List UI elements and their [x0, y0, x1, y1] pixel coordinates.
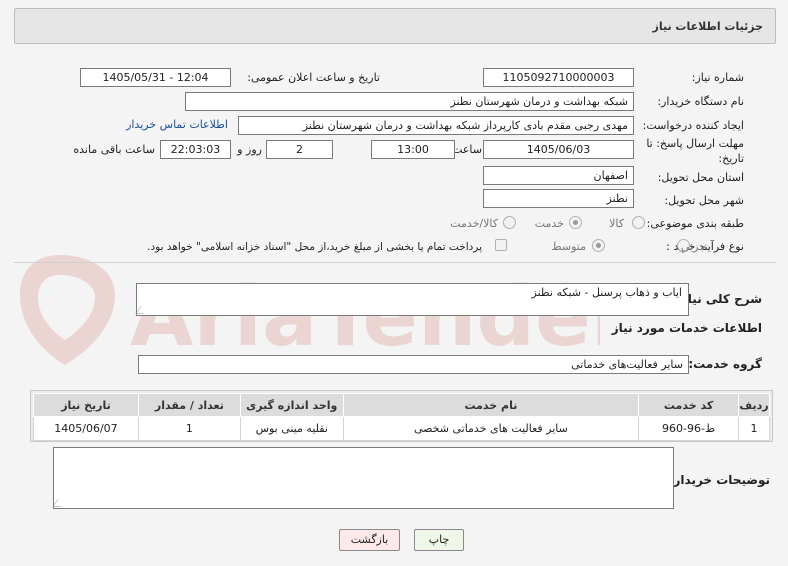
need-number-field: 1105092710000003 — [483, 68, 634, 87]
days-label: روز و — [237, 143, 262, 156]
treasury-payment-checkbox[interactable] — [495, 239, 507, 251]
cell-quantity: 1 — [137, 416, 241, 441]
print-button[interactable]: چاپ — [414, 529, 464, 551]
table-row: 1 ط-96-960 سایر فعالیت های خدماتی شخصی ن… — [33, 416, 770, 441]
process-option-medium: متوسط — [551, 240, 586, 253]
page-title: جزئیات اطلاعات نیاز — [652, 20, 764, 33]
announce-date-field: 1405/05/31 - 12:04 — [80, 68, 231, 87]
deadline-label-line2: تاریخ: — [718, 152, 744, 165]
requester-label: ایجاد کننده درخواست: — [642, 119, 744, 132]
city-label: شهر محل تحویل: — [664, 194, 744, 207]
description-text: ایاب و ذهاب پرسنل - شبکه نطنز — [531, 286, 682, 299]
services-section-title: اطلاعات خدمات مورد نیاز — [611, 321, 762, 335]
cell-row-number: 1 — [738, 416, 770, 441]
remaining-time-label: ساعت باقی مانده — [73, 143, 155, 156]
col-header-service-code: کد خدمت — [638, 393, 740, 417]
announce-date-label: تاریخ و ساعت اعلان عمومی: — [247, 71, 380, 84]
city-field: نطنز — [483, 189, 634, 208]
watermark-shield-icon — [20, 255, 115, 365]
col-header-need-date: تاریخ نیاز — [33, 393, 139, 417]
category-option-service: خدمت — [534, 217, 564, 230]
col-header-quantity: تعداد / مقدار — [137, 393, 241, 417]
requester-field: مهدی رجبی مقدم بادی کارپرداز شبکه بهداشت… — [238, 116, 634, 135]
cell-service-code: ط-96-960 — [638, 416, 740, 441]
deadline-date-field: 1405/06/03 — [483, 140, 634, 159]
province-field: اصفهان — [483, 166, 634, 185]
deadline-time-label: ساعت — [452, 143, 482, 156]
treasury-payment-note: پرداخت تمام یا بخشی از مبلغ خرید،از محل … — [147, 241, 482, 253]
category-label: طبقه بندی موضوعی: — [646, 217, 744, 230]
buyer-org-field: شبکه بهداشت و درمان شهرستان نطنز — [185, 92, 634, 111]
col-header-row-number: ردیف — [738, 393, 770, 417]
resize-grip-icon[interactable] — [52, 499, 66, 507]
category-radio-goods-service[interactable] — [503, 216, 516, 229]
need-number-label: شماره نیاز: — [691, 71, 744, 84]
back-button[interactable]: بازگشت — [339, 529, 400, 551]
resize-grip-icon[interactable] — [135, 306, 149, 314]
services-table: ردیف کد خدمت نام خدمت واحد اندازه گیری ت… — [33, 393, 770, 441]
cell-need-date: 1405/06/07 — [33, 416, 139, 441]
process-option-minor: جزیی — [680, 240, 706, 253]
category-radio-goods[interactable] — [632, 216, 645, 229]
col-header-service-name: نام خدمت — [342, 393, 640, 417]
deadline-label-line1: مهلت ارسال پاسخ: تا — [646, 137, 744, 150]
buyer-contact-link[interactable]: اطلاعات تماس خریدار — [126, 118, 228, 131]
category-option-goods: کالا — [609, 217, 624, 230]
service-group-label: گروه خدمت: — [688, 357, 762, 371]
cell-unit: نقلیه مینی بوس — [239, 416, 344, 441]
section-divider — [14, 262, 776, 263]
remaining-time-field: 22:03:03 — [160, 140, 231, 159]
panel-header: جزئیات اطلاعات نیاز — [14, 8, 776, 44]
col-header-unit: واحد اندازه گیری — [239, 393, 344, 417]
buyer-org-label: نام دستگاه خریدار: — [657, 95, 744, 108]
service-group-field: سایر فعالیت‌های خدماتی — [138, 355, 689, 374]
buyer-notes-field[interactable] — [52, 447, 674, 509]
category-radio-service[interactable] — [569, 216, 582, 229]
cell-service-name: سایر فعالیت های خدماتی شخصی — [342, 416, 640, 441]
province-label: استان محل تحویل: — [657, 171, 744, 184]
deadline-time-field: 13:00 — [371, 140, 455, 159]
table-header-row: ردیف کد خدمت نام خدمت واحد اندازه گیری ت… — [33, 393, 770, 417]
buyer-notes-label: توضیحات خریدار: — [668, 473, 770, 487]
category-option-goods-service: کالا/خدمت — [450, 217, 498, 230]
description-field: ایاب و ذهاب پرسنل - شبکه نطنز — [135, 283, 689, 316]
process-radio-medium[interactable] — [592, 239, 605, 252]
remaining-days-field: 2 — [266, 140, 333, 159]
